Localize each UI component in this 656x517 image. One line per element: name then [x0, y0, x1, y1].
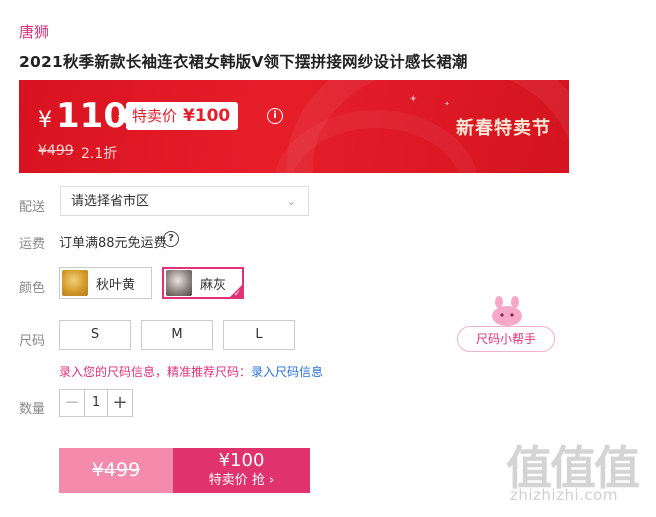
special-price-label: 特卖价 — [132, 107, 178, 125]
color-label: 颜色 — [19, 281, 46, 296]
quantity-increase-button[interactable]: + — [107, 390, 132, 416]
shipping-label: 运费 — [19, 237, 46, 252]
color-swatch-image — [166, 270, 192, 296]
color-option-heather-gray[interactable]: 麻灰 ✓ — [162, 267, 244, 299]
chevron-down-icon: ⌄ — [286, 195, 296, 208]
size-hint: 录入您的尺码信息，精准推荐尺码：录入尺码信息 — [59, 363, 323, 380]
region-select-placeholder: 请选择省市区 — [71, 194, 150, 209]
size-entry-link[interactable]: 录入尺码信息 — [251, 365, 323, 379]
delivery-label: 配送 — [19, 200, 46, 215]
color-option-label: 秋叶黄 — [96, 277, 136, 293]
color-swatch-image — [62, 270, 88, 296]
store-name[interactable]: 唐狮 — [19, 21, 49, 42]
sparkle-icon: ✦ — [409, 94, 418, 105]
shipping-info: 订单满88元免运费 — [59, 236, 167, 251]
currency-symbol: ¥ — [38, 108, 52, 133]
size-option-s[interactable]: S — [59, 320, 131, 350]
region-select[interactable]: 请选择省市区 ⌄ — [60, 186, 309, 216]
watermark-url: zhizhizhi.com — [510, 486, 618, 504]
info-icon[interactable]: i — [267, 108, 283, 124]
original-price-button[interactable]: ¥499 — [59, 448, 173, 493]
buy-special-price: ¥100 — [218, 450, 265, 471]
size-option-l[interactable]: L — [223, 320, 295, 350]
sparkle-icon: ✦ — [444, 100, 450, 108]
festival-label: 新春特卖节 — [456, 118, 551, 139]
size-label: 尺码 — [19, 334, 46, 349]
buy-special-price-button[interactable]: ¥100 特卖价 抢 › — [173, 448, 310, 493]
color-option-autumn-yellow[interactable]: 秋叶黄 — [59, 267, 152, 299]
quantity-label: 数量 — [19, 402, 46, 417]
special-price-value: ¥100 — [182, 106, 231, 126]
price-banner: ✦ ✦ ¥ 110 特卖价 ¥100 i ¥499 2.1折 新春特卖节 — [19, 80, 569, 173]
original-price: ¥499 — [38, 143, 74, 159]
discount-rate: 2.1折 — [81, 146, 118, 162]
mascot-icon — [492, 296, 522, 326]
product-title: 2021秋季新款长袖连衣裙女韩版V领下摆拼接网纱设计感长裙潮 — [19, 53, 468, 71]
quantity-stepper: − 1 + — [59, 389, 133, 417]
quantity-decrease-button[interactable]: − — [60, 390, 85, 416]
quantity-input[interactable]: 1 — [85, 390, 107, 416]
checkmark-icon: ✓ — [233, 289, 241, 299]
buy-action-label: 特卖价 抢 › — [208, 473, 275, 488]
size-helper-button[interactable]: 尺码小帮手 — [457, 326, 555, 352]
color-option-label: 麻灰 — [200, 277, 227, 293]
size-hint-text: 录入您的尺码信息，精准推荐尺码： — [59, 365, 252, 379]
current-price: 110 — [56, 96, 127, 136]
help-icon[interactable]: ? — [163, 231, 179, 247]
special-price-tag: 特卖价 ¥100 — [117, 102, 239, 130]
size-option-m[interactable]: M — [141, 320, 213, 350]
